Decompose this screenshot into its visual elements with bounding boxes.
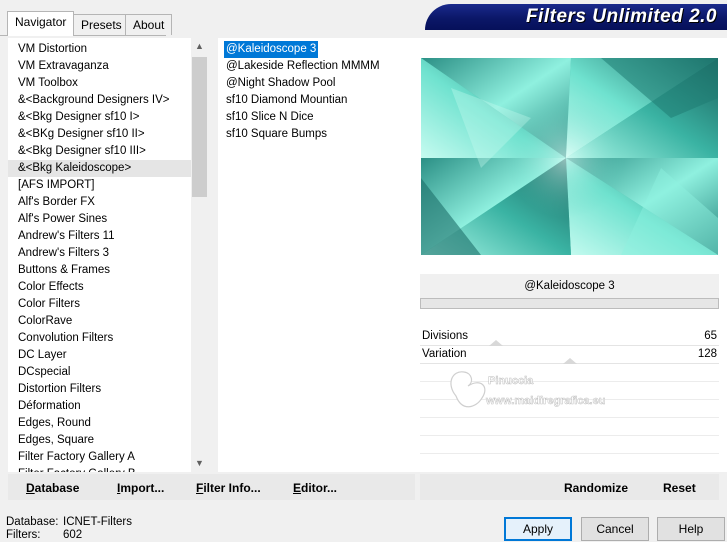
category-item[interactable]: Andrew's Filters 3 <box>8 245 192 262</box>
status-filters-label: Filters: <box>6 529 41 541</box>
app-title: Filters Unlimited 2.0 <box>525 6 717 27</box>
category-item[interactable]: Andrew's Filters 11 <box>8 228 192 245</box>
category-item[interactable]: Edges, Round <box>8 415 192 432</box>
category-item[interactable]: Alf's Power Sines <box>8 211 192 228</box>
category-item[interactable]: &<Background Designers IV> <box>8 92 192 109</box>
filter-item[interactable]: @Kaleidoscope 3 <box>224 41 319 58</box>
randomize-button[interactable]: Randomize <box>564 474 628 500</box>
param-label: Variation <box>422 348 467 360</box>
category-item[interactable]: Filter Factory Gallery A <box>8 449 192 466</box>
status-database-label: Database: <box>6 516 59 528</box>
filter-list-panel: @Kaleidoscope 3 @Lakeside Reflection MMMM… <box>218 38 415 472</box>
category-item[interactable]: DC Layer <box>8 347 192 364</box>
selected-filter-name: @Kaleidoscope 3 <box>420 274 719 298</box>
category-item[interactable]: VM Distortion <box>8 41 192 58</box>
param-divisions[interactable]: Divisions 65 <box>420 328 719 346</box>
tab-about[interactable]: About <box>125 14 173 35</box>
category-item[interactable]: Convolution Filters <box>8 330 192 347</box>
category-item[interactable]: DCspecial <box>8 364 192 381</box>
category-item[interactable]: &<BKg Designer sf10 II> <box>8 126 192 143</box>
help-button[interactable]: Help <box>657 517 725 541</box>
scroll-up-arrow-icon[interactable]: ▲ <box>191 38 208 55</box>
status-area: Database: ICNET-Filters Filters: 602 <box>6 516 132 542</box>
empty-param-row <box>420 453 719 454</box>
list-button-bar: Database Import... Filter Info... Editor… <box>8 474 415 500</box>
app-banner: Filters Unlimited 2.0 <box>425 4 727 30</box>
param-label: Divisions <box>422 330 469 342</box>
filter-item[interactable]: sf10 Square Bumps <box>224 126 382 143</box>
reset-button[interactable]: Reset <box>663 474 696 500</box>
editor-button[interactable]: Editor... <box>293 474 337 500</box>
category-item[interactable]: &<Bkg Designer sf10 I> <box>8 109 192 126</box>
category-item[interactable]: ColorRave <box>8 313 192 330</box>
category-scrollbar[interactable]: ▲ ▼ <box>191 38 208 472</box>
category-item[interactable]: Filter Factory Gallery B <box>8 466 192 472</box>
progress-bar <box>420 298 719 309</box>
tab-presets[interactable]: Presets <box>73 14 130 35</box>
status-database-value: ICNET-Filters <box>63 516 132 528</box>
filter-item[interactable]: @Lakeside Reflection MMMM <box>224 58 382 75</box>
watermark: Pinuccia www.maidiregrafica.eu <box>436 362 666 424</box>
category-item[interactable]: Edges, Square <box>8 432 192 449</box>
filter-item[interactable]: sf10 Slice N Dice <box>224 109 382 126</box>
filter-item[interactable]: sf10 Diamond Mountian <box>224 92 382 109</box>
filter-item[interactable]: @Night Shadow Pool <box>224 75 382 92</box>
category-item[interactable]: Color Effects <box>8 279 192 296</box>
category-item[interactable]: VM Toolbox <box>8 75 192 92</box>
filter-info-button[interactable]: Filter Info... <box>196 474 261 500</box>
category-item[interactable]: Buttons & Frames <box>8 262 192 279</box>
category-item[interactable]: [AFS IMPORT] <box>8 177 192 194</box>
category-item[interactable]: VM Extravaganza <box>8 58 192 75</box>
category-item[interactable]: Alf's Border FX <box>8 194 192 211</box>
scrollbar-thumb[interactable] <box>192 57 207 197</box>
category-item[interactable]: &<Bkg Designer sf10 III> <box>8 143 192 160</box>
category-item[interactable]: &<Bkg Kaleidoscope> <box>8 160 192 177</box>
empty-param-row <box>420 435 719 436</box>
param-value: 65 <box>704 330 717 342</box>
apply-button[interactable]: Apply <box>504 517 572 541</box>
heart-logo-icon <box>450 371 486 408</box>
scroll-down-arrow-icon[interactable]: ▼ <box>191 455 208 472</box>
status-filters-value: 602 <box>63 529 83 541</box>
watermark-line1: Pinuccia <box>488 375 534 387</box>
cancel-button[interactable]: Cancel <box>581 517 649 541</box>
preview-image <box>421 58 718 255</box>
category-item[interactable]: Distortion Filters <box>8 381 192 398</box>
category-list[interactable]: VM Distortion VM Extravaganza VM Toolbox &<… <box>8 41 192 472</box>
category-list-panel: VM Distortion VM Extravaganza VM Toolbox &<… <box>8 38 208 472</box>
tab-bar: Navigator Presets About <box>0 0 430 36</box>
database-button[interactable]: Database <box>26 474 79 500</box>
category-item[interactable]: Color Filters <box>8 296 192 313</box>
preview-button-bar: Randomize Reset <box>420 474 719 500</box>
watermark-line2: www.maidiregrafica.eu <box>485 395 605 407</box>
param-value: 128 <box>697 348 717 360</box>
filter-list[interactable]: @Kaleidoscope 3 @Lakeside Reflection MMMM… <box>224 41 382 143</box>
tab-navigator[interactable]: Navigator <box>7 11 75 36</box>
category-item[interactable]: Déformation <box>8 398 192 415</box>
import-button[interactable]: Import... <box>117 474 164 500</box>
